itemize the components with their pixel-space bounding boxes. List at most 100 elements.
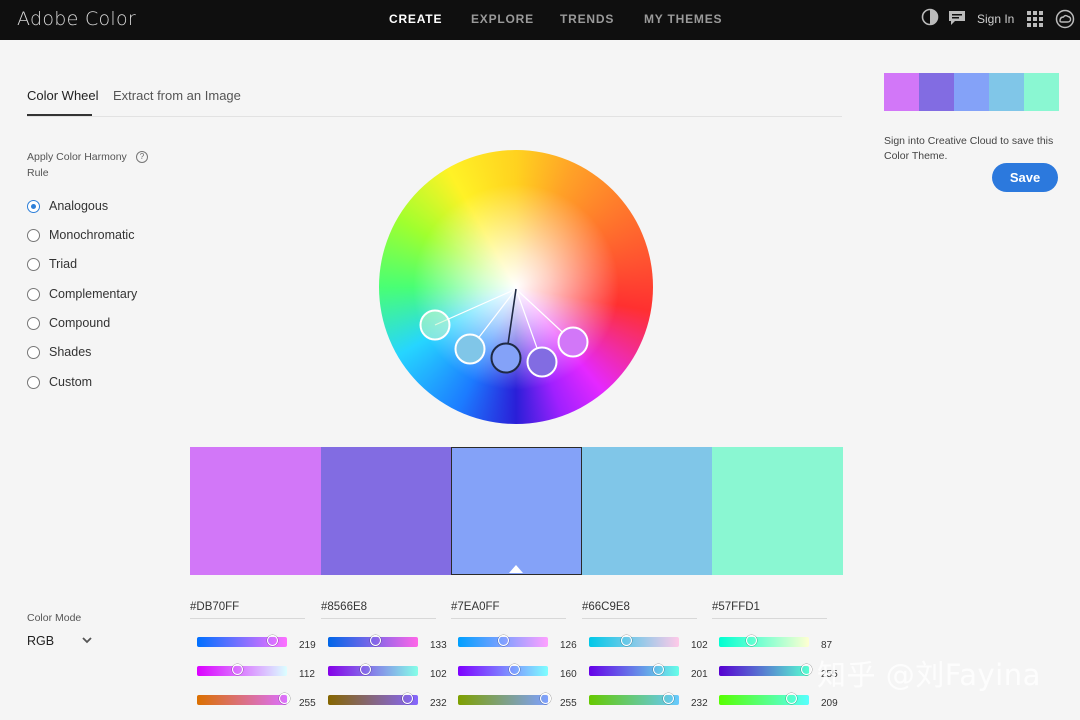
rule-label: Shades — [49, 345, 92, 359]
hex-underline — [451, 618, 566, 619]
hex-input-4[interactable]: #57FFD1 — [712, 601, 760, 613]
theme-toggle-icon[interactable] — [921, 8, 939, 26]
radio-icon[interactable] — [27, 376, 40, 389]
tab-extract-from-image[interactable]: Extract from an Image — [113, 88, 241, 103]
active-tab-indicator — [27, 114, 92, 116]
slider-value-g-3: 201 — [691, 669, 708, 680]
hex-underline — [582, 618, 697, 619]
save-message: Sign into Creative Cloud to save this Co… — [884, 135, 1054, 162]
slider-knob[interactable] — [745, 635, 757, 646]
wheel-handles — [419, 288, 589, 378]
top-navigation-bar: Adobe Color CREATE EXPLORE TRENDS MY THE… — [0, 0, 1080, 40]
slider-g-3[interactable] — [589, 664, 679, 676]
rule-label: Compound — [49, 316, 111, 330]
slider-g-0[interactable] — [197, 664, 287, 676]
theme-preview-swatch-0 — [884, 73, 919, 111]
sign-in-link[interactable]: Sign In — [977, 12, 1014, 26]
slider-knob[interactable] — [663, 693, 675, 704]
slider-r-3[interactable] — [589, 635, 679, 647]
slider-knob[interactable] — [402, 693, 414, 704]
slider-b-0[interactable] — [197, 693, 290, 705]
hex-input-1[interactable]: #8566E8 — [321, 601, 367, 613]
nav-trends[interactable]: TRENDS — [560, 12, 614, 26]
tab-color-wheel[interactable]: Color Wheel — [27, 88, 99, 103]
radio-icon[interactable] — [27, 288, 40, 301]
swatch-3[interactable] — [582, 447, 712, 575]
slider-value-r-4: 87 — [821, 640, 833, 651]
color-handle-3[interactable] — [454, 333, 486, 365]
hex-input-2[interactable]: #7EA0FF — [451, 601, 500, 613]
slider-knob[interactable] — [801, 664, 812, 675]
slider-knob[interactable] — [267, 635, 279, 646]
swatch-2[interactable] — [451, 447, 582, 575]
slider-b-1[interactable] — [328, 693, 418, 705]
creative-cloud-icon[interactable] — [1055, 9, 1075, 29]
nav-explore[interactable]: EXPLORE — [471, 12, 534, 26]
theme-preview-swatch-1 — [919, 73, 954, 111]
slider-r-2[interactable] — [458, 635, 548, 647]
theme-preview-swatch-4 — [1024, 73, 1059, 111]
hex-underline — [321, 618, 436, 619]
nav-create[interactable]: CREATE — [389, 12, 442, 26]
color-handle-1[interactable] — [526, 346, 558, 378]
color-mode-label: Color Mode — [27, 612, 82, 624]
color-handle-4[interactable] — [419, 309, 451, 341]
harmony-rule-label: Apply Color Harmony Rule — [27, 151, 127, 179]
slider-knob[interactable] — [540, 693, 551, 704]
slider-b-2[interactable] — [458, 693, 551, 705]
slider-value-r-1: 133 — [430, 640, 447, 651]
slider-value-b-1: 232 — [430, 698, 447, 709]
swatch-1[interactable] — [321, 447, 451, 575]
slider-r-0[interactable] — [197, 635, 287, 647]
swatch-4[interactable] — [712, 447, 843, 575]
radio-icon[interactable] — [27, 229, 40, 242]
apps-grid-icon[interactable] — [1027, 11, 1043, 27]
radio-icon[interactable] — [27, 317, 40, 330]
hex-input-3[interactable]: #66C9E8 — [582, 601, 630, 613]
slider-b-4[interactable] — [719, 693, 809, 705]
color-mode-select[interactable]: RGB — [27, 634, 54, 648]
rule-label: Complementary — [49, 287, 138, 301]
radio-icon[interactable] — [27, 346, 40, 359]
nav-my-themes[interactable]: MY THEMES — [644, 12, 722, 26]
rule-label: Custom — [49, 375, 93, 389]
slider-knob[interactable] — [620, 635, 632, 646]
slider-value-b-2: 255 — [560, 698, 577, 709]
radio-icon[interactable] — [27, 258, 40, 271]
slider-knob[interactable] — [359, 664, 371, 675]
theme-preview-swatch-2 — [954, 73, 989, 111]
hex-underline — [712, 618, 827, 619]
slider-g-4[interactable] — [719, 664, 812, 676]
slider-knob[interactable] — [497, 635, 509, 646]
rule-label: Triad — [49, 257, 78, 271]
slider-b-3[interactable] — [589, 693, 679, 705]
color-handle-0[interactable] — [557, 326, 589, 358]
slider-knob[interactable] — [785, 693, 797, 704]
slider-r-4[interactable] — [719, 635, 809, 647]
slider-knob[interactable] — [231, 664, 243, 675]
radio-icon[interactable] — [27, 200, 40, 213]
slider-g-1[interactable] — [328, 664, 418, 676]
brand-logo[interactable]: Adobe Color — [17, 8, 136, 30]
slider-value-r-0: 219 — [299, 640, 316, 651]
info-icon[interactable]: ? — [136, 151, 148, 163]
color-handle-base[interactable] — [490, 342, 522, 374]
slider-value-r-3: 102 — [691, 640, 708, 651]
slider-knob[interactable] — [508, 664, 520, 675]
hex-input-0[interactable]: #DB70FF — [190, 601, 239, 613]
slider-value-g-0: 112 — [299, 669, 315, 680]
theme-preview-swatch-3 — [989, 73, 1024, 111]
swatch-0[interactable] — [190, 447, 321, 575]
feedback-icon[interactable] — [948, 10, 966, 26]
slider-r-1[interactable] — [328, 635, 418, 647]
rule-label: Monochromatic — [49, 228, 135, 242]
slider-g-2[interactable] — [458, 664, 548, 676]
rule-label: Analogous — [49, 199, 109, 213]
save-button[interactable]: Save — [992, 163, 1058, 192]
slider-knob[interactable] — [369, 635, 381, 646]
selected-swatch-caret — [509, 565, 523, 573]
slider-value-g-1: 102 — [430, 669, 447, 680]
slider-knob[interactable] — [279, 693, 290, 704]
slider-knob[interactable] — [653, 664, 665, 675]
chevron-down-icon[interactable] — [81, 635, 93, 645]
